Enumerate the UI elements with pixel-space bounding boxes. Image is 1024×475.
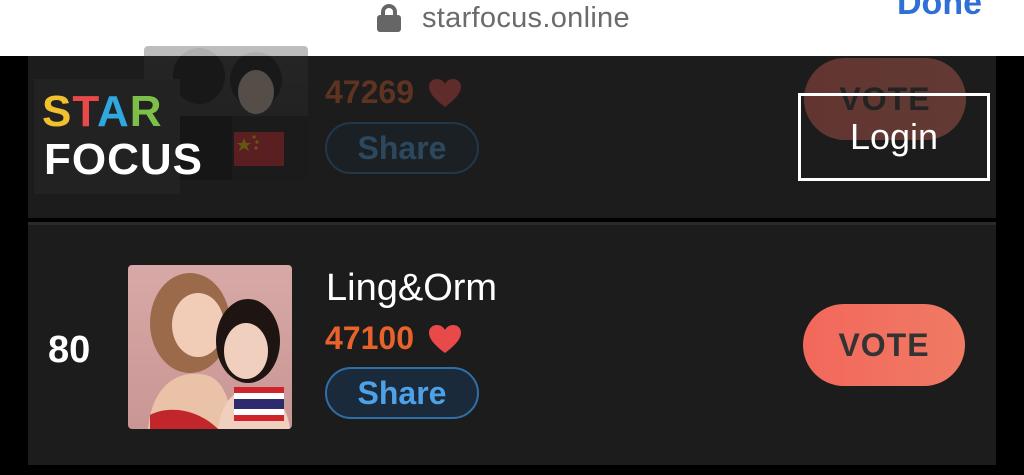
vote-count: 47269 xyxy=(325,74,462,111)
rank-number: 80 xyxy=(48,329,91,371)
artist-name: Ling&Orm xyxy=(326,267,498,309)
vote-button[interactable]: VOTE xyxy=(803,304,965,386)
logo-letter: A xyxy=(96,87,130,136)
lock-icon xyxy=(376,3,402,33)
vote-count-value: 47100 xyxy=(325,320,414,356)
starfocus-logo[interactable]: STAR FOCUS xyxy=(34,79,202,194)
page: starfocus.online Done 47269 Share VOTE 8… xyxy=(0,0,1024,475)
url-text: starfocus.online xyxy=(422,1,630,34)
logo-letter: T xyxy=(72,87,97,136)
logo-star-text: STAR xyxy=(42,87,163,137)
china-flag-icon xyxy=(234,132,284,166)
share-button[interactable]: Share xyxy=(325,367,479,419)
vote-count-value: 47269 xyxy=(325,74,414,110)
logo-letter: S xyxy=(42,87,73,136)
heart-icon xyxy=(428,78,461,107)
heart-icon xyxy=(428,324,461,353)
ranking-row: 80 Ling&Orm 47100 Share VOTE xyxy=(28,222,996,465)
url-field[interactable]: starfocus.online xyxy=(376,0,630,36)
share-button[interactable]: Share xyxy=(325,122,479,174)
login-button[interactable]: Login xyxy=(798,93,990,181)
artist-photo[interactable] xyxy=(128,265,292,429)
logo-focus-text: FOCUS xyxy=(44,135,203,184)
logo-letter: R xyxy=(129,87,163,136)
thailand-flag-icon xyxy=(234,387,284,421)
done-button[interactable]: Done xyxy=(897,0,982,23)
vote-count: 47100 xyxy=(325,320,462,357)
